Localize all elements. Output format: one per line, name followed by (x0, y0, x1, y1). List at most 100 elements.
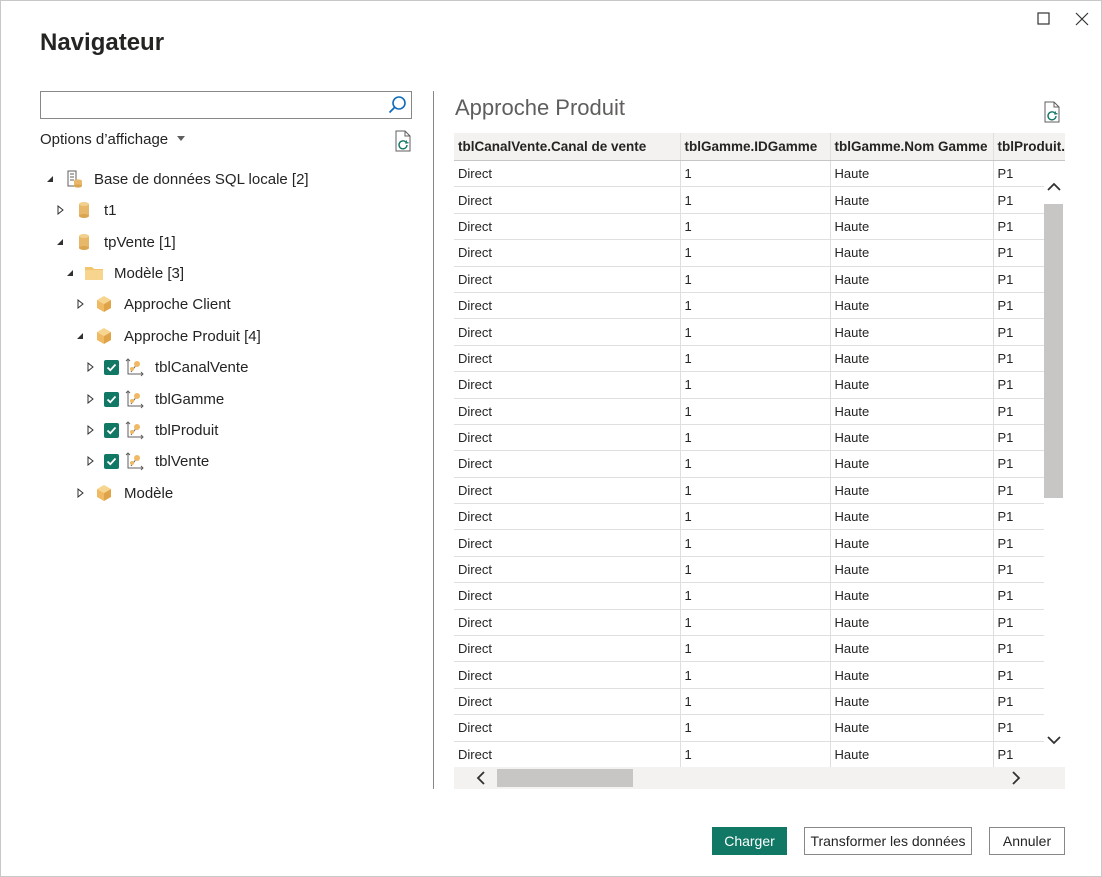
tree-item-tblproduit[interactable]: tblProduit (84, 418, 218, 442)
tree-item-database[interactable]: Base de données SQL locale [2] (44, 167, 309, 191)
collapsed-icon[interactable] (84, 361, 96, 373)
table-cell[interactable]: Direct (454, 266, 681, 293)
table-cell[interactable]: Haute (830, 503, 994, 531)
checkbox-checked-icon[interactable] (104, 453, 119, 469)
table-cell[interactable]: Haute (830, 213, 994, 241)
close-icon[interactable] (1072, 9, 1092, 29)
collapsed-icon[interactable] (84, 455, 96, 467)
chevron-down-icon[interactable] (1045, 732, 1063, 748)
table-cell[interactable]: 1 (680, 266, 831, 293)
table-cell[interactable]: Direct (454, 160, 681, 188)
table-cell[interactable]: Haute (830, 661, 994, 689)
table-cell[interactable]: Direct (454, 477, 681, 505)
table-cell[interactable]: 1 (680, 529, 831, 557)
table-cell[interactable]: Haute (830, 714, 994, 742)
refresh-icon[interactable] (1043, 101, 1063, 123)
table-cell[interactable]: Haute (830, 582, 994, 610)
table-cell[interactable]: Haute (830, 741, 994, 768)
tree-item-tblgamme[interactable]: tblGamme (84, 387, 224, 411)
checkbox-checked-icon[interactable] (104, 422, 119, 438)
table-cell[interactable]: Direct (454, 398, 681, 425)
table-cell[interactable]: 1 (680, 213, 831, 241)
table-cell[interactable]: Haute (830, 529, 994, 557)
table-cell[interactable]: Direct (454, 582, 681, 610)
table-cell[interactable]: Direct (454, 529, 681, 557)
display-options-dropdown[interactable]: Options d’affichage (40, 131, 186, 148)
maximize-icon[interactable] (1034, 9, 1054, 29)
tree-item-tblvente[interactable]: tblVente (84, 449, 209, 473)
table-cell[interactable]: 1 (680, 477, 831, 505)
table-cell[interactable]: Haute (830, 609, 994, 637)
refresh-icon[interactable] (394, 130, 414, 152)
horizontal-scrollbar[interactable] (454, 767, 1065, 789)
tree-item-t1[interactable]: t1 (54, 198, 117, 222)
collapsed-icon[interactable] (84, 393, 96, 405)
table-cell[interactable]: Haute (830, 477, 994, 505)
table-cell[interactable]: 1 (680, 186, 831, 214)
expanded-icon[interactable] (74, 330, 86, 342)
table-cell[interactable]: Haute (830, 186, 994, 214)
tree-item-modele[interactable]: Modèle (74, 481, 173, 505)
tree-item-tblcanalvente[interactable]: tblCanalVente (84, 355, 248, 379)
table-cell[interactable]: 1 (680, 714, 831, 742)
table-cell[interactable]: 1 (680, 556, 831, 584)
search-box[interactable] (40, 91, 412, 119)
table-cell[interactable]: Direct (454, 635, 681, 663)
table-cell[interactable]: Haute (830, 688, 994, 716)
search-icon[interactable] (387, 95, 407, 115)
expanded-icon[interactable] (44, 173, 56, 185)
table-cell[interactable]: Direct (454, 424, 681, 452)
cancel-button[interactable]: Annuler (989, 827, 1065, 855)
table-cell[interactable]: Haute (830, 371, 994, 399)
table-cell[interactable]: Haute (830, 266, 994, 293)
table-cell[interactable]: Direct (454, 239, 681, 267)
table-cell[interactable]: 1 (680, 609, 831, 637)
table-cell[interactable]: Haute (830, 424, 994, 452)
table-cell[interactable]: Haute (830, 398, 994, 425)
table-cell[interactable]: 1 (680, 661, 831, 689)
table-cell[interactable]: 1 (680, 450, 831, 478)
chevron-right-icon[interactable] (1008, 770, 1024, 786)
table-cell[interactable]: 1 (680, 318, 831, 346)
table-cell[interactable]: Haute (830, 318, 994, 346)
table-cell[interactable]: 1 (680, 424, 831, 452)
table-cell[interactable]: Direct (454, 556, 681, 584)
tree-item-tpvente[interactable]: tpVente [1] (54, 230, 176, 254)
preview-grid[interactable]: tblCanalVente.Canal de vente tblGamme.ID… (454, 133, 1065, 789)
table-cell[interactable]: Haute (830, 635, 994, 663)
scrollbar-thumb[interactable] (497, 769, 633, 787)
column-header[interactable]: tblCanalVente.Canal de vente (454, 133, 681, 161)
table-cell[interactable]: Direct (454, 318, 681, 346)
column-header[interactable]: tblGamme.Nom Gamme (830, 133, 994, 161)
table-cell[interactable]: Direct (454, 609, 681, 637)
table-cell[interactable]: Direct (454, 186, 681, 214)
table-cell[interactable]: Haute (830, 556, 994, 584)
table-cell[interactable]: Haute (830, 292, 994, 320)
search-input[interactable] (45, 93, 379, 119)
table-cell[interactable]: Direct (454, 741, 681, 768)
expanded-icon[interactable] (54, 236, 66, 248)
vertical-scrollbar[interactable] (1044, 161, 1065, 767)
table-cell[interactable]: 1 (680, 398, 831, 425)
table-cell[interactable]: 1 (680, 741, 831, 768)
table-cell[interactable]: 1 (680, 503, 831, 531)
table-cell[interactable]: Direct (454, 503, 681, 531)
collapsed-icon[interactable] (54, 204, 66, 216)
table-cell[interactable]: 1 (680, 635, 831, 663)
table-cell[interactable]: 1 (680, 345, 831, 373)
chevron-up-icon[interactable] (1045, 179, 1063, 195)
table-cell[interactable]: Direct (454, 661, 681, 689)
tree-item-modele-folder[interactable]: Modèle [3] (64, 261, 184, 285)
collapsed-icon[interactable] (84, 424, 96, 436)
table-cell[interactable]: 1 (680, 292, 831, 320)
tree-item-approche-client[interactable]: Approche Client (74, 292, 231, 316)
table-cell[interactable]: Haute (830, 450, 994, 478)
checkbox-checked-icon[interactable] (104, 391, 119, 407)
column-header[interactable]: tblGamme.IDGamme (680, 133, 831, 161)
collapsed-icon[interactable] (74, 298, 86, 310)
table-cell[interactable]: Haute (830, 160, 994, 188)
table-cell[interactable]: Direct (454, 450, 681, 478)
transform-data-button[interactable]: Transformer les données (804, 827, 972, 855)
table-cell[interactable]: 1 (680, 160, 831, 188)
table-cell[interactable]: Direct (454, 688, 681, 716)
